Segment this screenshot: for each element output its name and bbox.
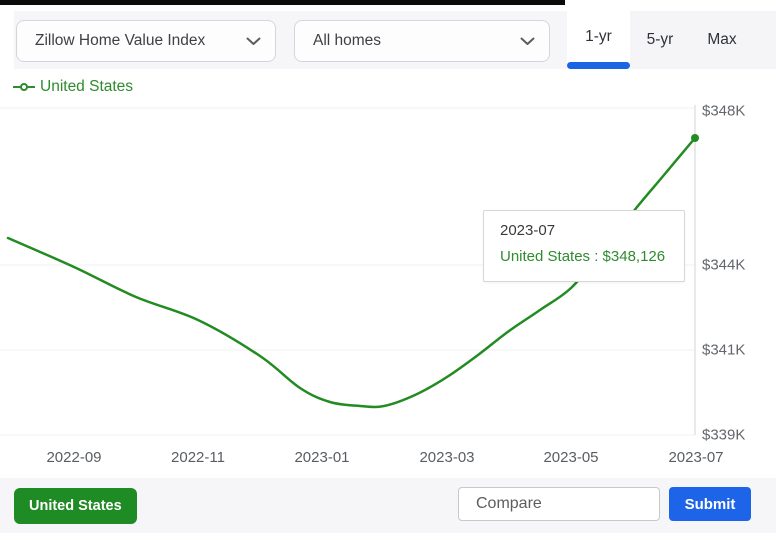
- x-tick-label: 2023-05: [531, 449, 611, 466]
- tooltip-date: 2023-07: [500, 222, 668, 239]
- y-tick-label: $344K: [702, 257, 772, 274]
- top-border-strip: [0, 0, 565, 5]
- home-type-dropdown-value: All homes: [313, 32, 381, 50]
- y-tick-label: $341K: [702, 342, 772, 359]
- filters-panel: Zillow Home Value Index All homes: [14, 11, 567, 69]
- submit-button[interactable]: Submit: [669, 487, 751, 521]
- active-tab-underline: [567, 62, 630, 69]
- tab-1yr[interactable]: 1-yr: [567, 11, 630, 63]
- home-type-dropdown[interactable]: All homes: [294, 20, 550, 62]
- tooltip-value: United States : $348,126: [500, 248, 668, 265]
- x-tick-label: 2022-11: [158, 449, 238, 466]
- x-tick-label: 2023-01: [282, 449, 362, 466]
- y-tick-label: $348K: [702, 103, 772, 120]
- compare-input[interactable]: [458, 487, 660, 521]
- series-end-dot: [691, 134, 699, 142]
- metric-dropdown[interactable]: Zillow Home Value Index: [16, 20, 276, 62]
- legend-label: United States: [40, 78, 133, 96]
- x-tick-label: 2023-07: [656, 449, 736, 466]
- legend-item-united-states[interactable]: United States: [13, 77, 133, 97]
- tab-5yr[interactable]: 5-yr: [630, 11, 690, 69]
- line-marker-icon: [13, 82, 35, 92]
- y-tick-label: $339K: [702, 427, 772, 444]
- chevron-down-icon: [520, 37, 535, 46]
- region-chip-united-states[interactable]: United States: [14, 488, 137, 524]
- x-tick-label: 2023-03: [407, 449, 487, 466]
- x-tick-label: 2022-09: [34, 449, 114, 466]
- chevron-down-icon: [246, 37, 261, 46]
- tab-max[interactable]: Max: [690, 11, 754, 69]
- metric-dropdown-value: Zillow Home Value Index: [35, 32, 205, 50]
- chart-tooltip: 2023-07 United States : $348,126: [483, 210, 685, 282]
- bottom-bar: United States Submit: [0, 478, 776, 533]
